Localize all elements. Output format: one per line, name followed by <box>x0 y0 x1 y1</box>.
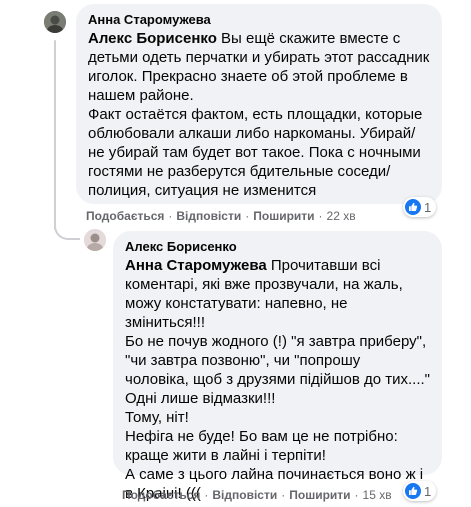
thread-line <box>54 40 56 230</box>
separator: · <box>204 488 209 502</box>
reaction-count: 1 <box>424 199 432 215</box>
comment-text: Алекс Борисенко Вы ещё скажите вместе с … <box>88 29 430 200</box>
comment-actions: Подобається · Відповісти · Поширити · 22… <box>86 208 356 224</box>
separator: · <box>318 209 323 223</box>
separator: · <box>354 488 359 502</box>
avatar-image <box>44 11 66 33</box>
reaction-summary[interactable]: 1 <box>403 481 437 501</box>
thread-connector <box>54 214 80 240</box>
separator: · <box>281 488 286 502</box>
like-icon <box>405 199 421 215</box>
reaction-summary[interactable]: 1 <box>403 197 437 217</box>
comment-author[interactable]: Анна Старомужева <box>88 12 430 28</box>
share-button[interactable]: Поширити <box>253 208 314 224</box>
comment-author[interactable]: Алекс Борисенко <box>125 239 430 255</box>
mention-link[interactable]: Алекс Борисенко <box>88 30 217 47</box>
comment-body: Прочитавши всі коментарі, які вже прозву… <box>125 257 431 502</box>
timestamp[interactable]: 22 хв <box>327 208 356 224</box>
reply-button[interactable]: Відповісти <box>176 208 241 224</box>
comment-text: Анна Старомужева Прочитавши всі коментар… <box>125 256 430 503</box>
separator: · <box>245 209 250 223</box>
avatar-image <box>84 229 106 251</box>
timestamp[interactable]: 15 хв <box>363 487 392 503</box>
separator: · <box>168 209 173 223</box>
reaction-count: 1 <box>424 483 432 499</box>
like-button[interactable]: Подобається <box>86 208 164 224</box>
comment-body: Вы ещё скажите вместе с детьми одеть пер… <box>88 30 430 199</box>
comment-bubble: Анна Старомужева Алекс Борисенко Вы ещё … <box>76 4 442 204</box>
avatar[interactable] <box>44 11 66 33</box>
reply-button[interactable]: Відповісти <box>212 487 277 503</box>
like-icon <box>405 483 421 499</box>
avatar[interactable] <box>84 229 106 251</box>
comment-actions: Подобається · Відповісти · Поширити · 15… <box>122 487 392 503</box>
like-button[interactable]: Подобається <box>122 487 200 503</box>
comment-bubble: Алекс Борисенко Анна Старомужева Прочита… <box>113 231 442 502</box>
mention-link[interactable]: Анна Старомужева <box>125 257 267 274</box>
share-button[interactable]: Поширити <box>289 487 350 503</box>
